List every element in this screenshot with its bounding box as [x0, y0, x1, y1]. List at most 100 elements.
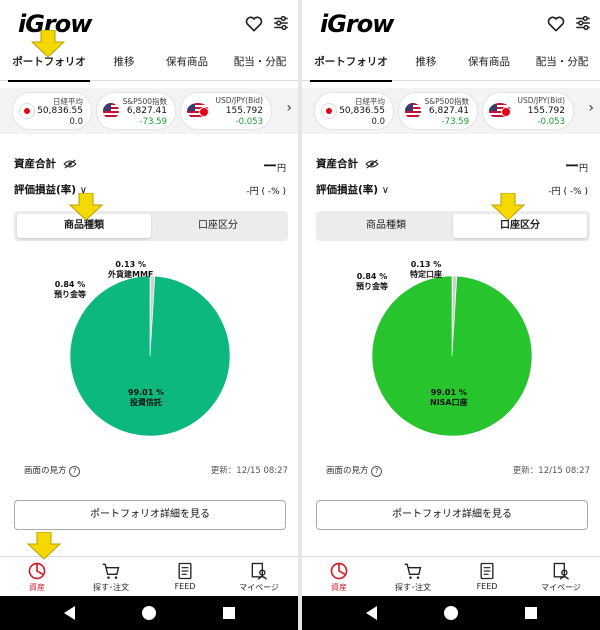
- highlight-arrow-icon: [26, 532, 62, 560]
- total-assets-label: 資産合計: [14, 158, 56, 170]
- ticker-usdjpy[interactable]: USD/JPY(Bid) 155.792 -0.053: [482, 92, 574, 130]
- ticker-change: 0.0: [371, 117, 385, 127]
- nav-search-order[interactable]: 探す･注文: [74, 559, 148, 593]
- total-assets-value: ー円: [565, 156, 588, 176]
- ticker-value: 50,836.55: [37, 106, 83, 116]
- recents-icon[interactable]: [223, 607, 235, 619]
- chevron-right-icon[interactable]: ›: [588, 100, 594, 116]
- ticker-change: -73.59: [139, 117, 167, 127]
- pie-label-deposit: 0.84 % 預り金等: [54, 280, 86, 299]
- total-assets-value: ー円: [263, 156, 286, 176]
- pie-label-tokutei: 0.13 % 特定口座: [410, 260, 442, 279]
- tab-holdings[interactable]: 保有商品: [460, 46, 518, 80]
- update-timestamp: 更新：12/15 08:27: [512, 466, 590, 476]
- nav-mypage[interactable]: マイページ: [524, 559, 598, 593]
- segment-product-type[interactable]: 商品種類: [319, 214, 453, 238]
- us-flag-icon: [405, 103, 421, 119]
- currency-unit: 円: [578, 164, 588, 174]
- pie-label-main: 99.01 % 投資信託: [128, 388, 165, 407]
- portfolio-detail-button[interactable]: ポートフォリオ詳細を見る: [14, 500, 286, 530]
- ticker-nikkei[interactable]: 日経平均 50,836.55 0.0: [314, 92, 394, 130]
- ticker-sp500[interactable]: S&P500指数 6,827.41 -73.59: [398, 92, 478, 130]
- ticker-name: USD/JPY(Bid): [517, 96, 565, 105]
- market-ticker-strip: 日経平均 50,836.55 0.0 S&P500指数 6,827.41 -73…: [0, 88, 298, 134]
- breakdown-segment-control: 商品種類 口座区分: [14, 211, 288, 241]
- ticker-value: 6,827.41: [428, 106, 469, 116]
- user-doc-icon: [553, 562, 570, 580]
- highlight-arrow-icon: [490, 193, 526, 221]
- japan-flag-icon: [19, 103, 35, 119]
- total-assets-row: 資産合計: [14, 156, 77, 171]
- ticker-nikkei[interactable]: 日経平均 50,836.55 0.0: [12, 92, 92, 130]
- help-icon: ?: [69, 466, 81, 477]
- tab-dividends[interactable]: 配当・分配: [226, 46, 294, 80]
- tab-bar: ポートフォリオ 推移 保有商品 配当・分配: [302, 46, 600, 82]
- cart-icon: [102, 563, 120, 579]
- nav-assets[interactable]: 資産: [0, 559, 74, 593]
- back-icon[interactable]: [64, 606, 75, 620]
- pnl-row[interactable]: 評価損益(率) ∨: [316, 182, 389, 197]
- pie-label-deposit: 0.84 % 預り金等: [356, 272, 388, 291]
- pie-clock-icon: [28, 562, 46, 580]
- highlight-arrow-icon: [68, 193, 104, 221]
- ticker-sp500[interactable]: S&P500指数 6,827.41 -73.59: [96, 92, 176, 130]
- help-icon: ?: [371, 466, 383, 477]
- eye-off-icon[interactable]: [62, 159, 77, 169]
- tab-history[interactable]: 推移: [406, 46, 446, 80]
- ticker-value: 6,827.41: [126, 106, 167, 116]
- market-ticker-strip: 日経平均 50,836.55 0.0 S&P500指数 6,827.41 -73…: [302, 88, 600, 134]
- bottom-nav: 資産 探す･注文 FEED マイページ: [302, 556, 600, 597]
- pnl-label: 評価損益(率): [316, 184, 379, 196]
- pie-label-mmf: 0.13 % 外貨建MMF: [108, 260, 154, 279]
- nav-search-order[interactable]: 探す･注文: [376, 559, 450, 593]
- ticker-change: 0.0: [69, 117, 83, 127]
- pnl-value: -円 ( -% ): [246, 187, 286, 197]
- chevron-right-icon[interactable]: ›: [286, 100, 292, 116]
- bottom-nav: 資産 探す･注文 FEED マイページ: [0, 556, 298, 597]
- home-icon[interactable]: [142, 606, 156, 620]
- settings-sliders-icon[interactable]: [272, 14, 290, 32]
- segment-account-type[interactable]: 口座区分: [151, 214, 285, 238]
- heart-icon[interactable]: [244, 14, 264, 34]
- update-timestamp: 更新：12/15 08:27: [210, 466, 288, 476]
- ticker-change: -0.053: [537, 117, 565, 127]
- us-flag-icon: [103, 103, 119, 119]
- usd-jpy-flag-icon: [489, 103, 511, 119]
- tab-history[interactable]: 推移: [104, 46, 144, 80]
- ticker-change: -73.59: [441, 117, 469, 127]
- howto-link[interactable]: 画面の見方 ?: [326, 464, 383, 477]
- breakdown-segment-control: 商品種類 口座区分: [316, 211, 590, 241]
- ticker-usdjpy[interactable]: USD/JPY(Bid) 155.792 -0.053: [180, 92, 272, 130]
- ticker-value: 50,836.55: [339, 106, 385, 116]
- nav-mypage[interactable]: マイページ: [222, 559, 296, 593]
- currency-unit: 円: [276, 164, 286, 174]
- highlight-arrow-icon: [30, 30, 66, 58]
- document-icon: [480, 562, 494, 580]
- igrow-logo: iGrow: [320, 10, 394, 38]
- settings-sliders-icon[interactable]: [574, 14, 592, 32]
- nav-assets[interactable]: 資産: [302, 559, 376, 593]
- home-icon[interactable]: [444, 606, 458, 620]
- portfolio-detail-button[interactable]: ポートフォリオ詳細を見る: [316, 500, 588, 530]
- back-icon[interactable]: [366, 606, 377, 620]
- pie-label-main: 99.01 % NISA口座: [430, 388, 468, 407]
- recents-icon[interactable]: [525, 607, 537, 619]
- tab-dividends[interactable]: 配当・分配: [528, 46, 596, 80]
- nav-feed[interactable]: FEED: [148, 559, 222, 591]
- total-assets-amount: ー: [262, 159, 277, 175]
- screen-left: iGrow ポートフォリオ 推移 保有商品 配当・分配 日経平均 50,836.…: [0, 0, 298, 630]
- pie-slice: [372, 276, 532, 436]
- ticker-change: -0.053: [235, 117, 263, 127]
- heart-icon[interactable]: [546, 14, 566, 34]
- document-icon: [178, 562, 192, 580]
- howto-link[interactable]: 画面の見方 ?: [24, 464, 81, 477]
- eye-off-icon[interactable]: [364, 159, 379, 169]
- user-doc-icon: [251, 562, 268, 580]
- tab-portfolio[interactable]: ポートフォリオ: [310, 46, 392, 82]
- total-assets-row: 資産合計: [316, 156, 379, 171]
- japan-flag-icon: [321, 103, 337, 119]
- pnl-value: -円 ( -% ): [548, 187, 588, 197]
- android-nav-bar: [0, 596, 298, 630]
- tab-holdings[interactable]: 保有商品: [158, 46, 216, 80]
- nav-feed[interactable]: FEED: [450, 559, 524, 591]
